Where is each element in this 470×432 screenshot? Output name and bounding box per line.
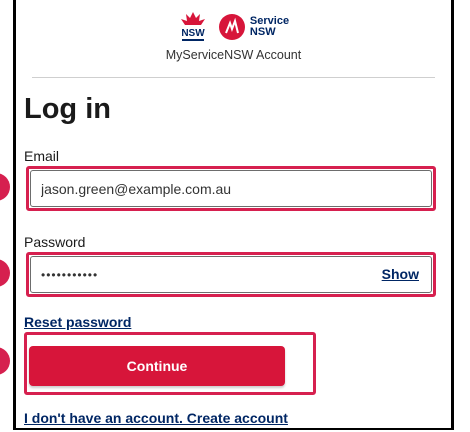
service-nsw-mark-icon [218, 14, 245, 40]
password-label: Password [24, 234, 86, 250]
header-divider [32, 77, 435, 78]
nsw-waratah-logo-icon: NSW [178, 10, 208, 44]
logo-group: NSW Service NSW [16, 8, 451, 46]
page-title: Log in [24, 93, 111, 125]
nsw-logo-text: NSW [181, 28, 205, 39]
account-subtitle: MyServiceNSW Account [165, 48, 302, 62]
password-input[interactable] [41, 267, 431, 282]
service-nsw-logo: Service NSW [218, 13, 289, 41]
step-marker-1 [0, 173, 10, 201]
show-password-link[interactable]: Show [382, 266, 419, 282]
header: NSW Service NSW MyServiceNSW Account [16, 8, 451, 62]
email-input[interactable] [41, 180, 431, 197]
step-marker-3 [0, 347, 10, 375]
step-marker-2 [0, 259, 10, 287]
continue-button[interactable]: Continue [29, 346, 285, 386]
email-label: Email [24, 148, 60, 164]
password-field-container[interactable]: Show [30, 256, 432, 293]
service-nsw-wordmark: Service NSW [250, 16, 289, 38]
email-field-container[interactable] [30, 170, 432, 207]
reset-password-link[interactable]: Reset password [24, 314, 131, 330]
service-logo-line2: NSW [249, 26, 276, 38]
create-account-link[interactable]: I don't have an account. Create account [24, 410, 288, 426]
